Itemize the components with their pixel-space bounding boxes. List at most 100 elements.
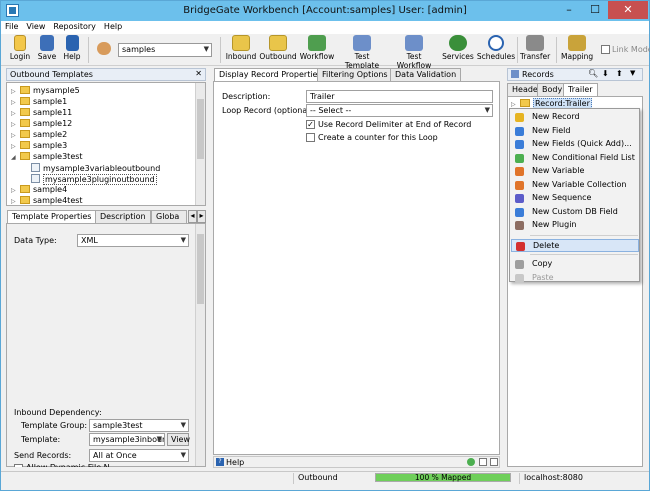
back-icon[interactable] bbox=[467, 458, 475, 466]
expand-icon[interactable]: ▷ bbox=[511, 101, 518, 108]
tree-item-label: sample4 bbox=[33, 185, 68, 194]
tab-display-record-properties[interactable]: Display Record Properties bbox=[214, 68, 327, 81]
data-type-select[interactable]: XML ▼ bbox=[77, 234, 189, 247]
login-button[interactable]: Login bbox=[7, 35, 33, 61]
maximize-button[interactable]: ☐ bbox=[582, 1, 608, 19]
tree-item-label: sample4test bbox=[33, 196, 83, 205]
link-mode-checkbox[interactable] bbox=[601, 45, 610, 54]
menu-item-new-plugin[interactable]: New Plugin bbox=[511, 219, 639, 232]
menu-item-new-field[interactable]: New Field bbox=[511, 125, 639, 138]
close-icon[interactable]: ✕ bbox=[195, 69, 202, 78]
tab-scroll-left-button[interactable]: ◂ bbox=[188, 210, 197, 223]
tab-data-validation[interactable]: Data Validation bbox=[390, 68, 462, 81]
inbound-label: Inbound bbox=[225, 52, 257, 61]
copy-icon bbox=[515, 260, 524, 269]
outbound-button[interactable]: Outbound bbox=[259, 35, 297, 61]
tree-folder-item[interactable]: ▷ sample4test bbox=[11, 196, 83, 207]
tree-scrollbar-thumb[interactable] bbox=[197, 99, 204, 159]
expand-icon[interactable]: ▷ bbox=[11, 143, 18, 150]
menu-item-new-variable[interactable]: New Variable bbox=[511, 165, 639, 178]
menu-item-new-record[interactable]: New Record bbox=[511, 111, 639, 124]
status-bar: Outbound localhost:8080 bbox=[1, 471, 649, 484]
restore-icon[interactable] bbox=[479, 458, 487, 466]
loop-counter-checkbox[interactable] bbox=[306, 133, 315, 142]
loop-record-select[interactable]: -- Select -- ▼ bbox=[306, 104, 493, 117]
menu-item-new-conditional-field-list[interactable]: New Conditional Field List bbox=[511, 152, 639, 165]
menu-item-new-custom-db-field[interactable]: New Custom DB Field bbox=[511, 206, 639, 219]
expand-icon[interactable]: ▷ bbox=[11, 132, 18, 139]
folder-icon bbox=[20, 119, 30, 127]
maximize-panel-icon[interactable] bbox=[490, 458, 498, 466]
account-select[interactable]: samples ▼ bbox=[118, 43, 212, 57]
menu-item-new-fields-quick-add[interactable]: New Fields (Quick Add)... bbox=[511, 138, 639, 151]
new-conditional-field-list-icon bbox=[515, 153, 524, 163]
tree-folder-item[interactable]: ◢ sample3test bbox=[11, 152, 83, 163]
expand-icon[interactable]: ▷ bbox=[11, 187, 18, 194]
template-select[interactable]: mysample3inbound ▼ bbox=[89, 433, 165, 446]
folder-icon bbox=[520, 99, 530, 107]
menu-item-new-variable-collection[interactable]: New Variable Collection bbox=[511, 179, 639, 192]
collapse-down-icon[interactable]: ⬇ bbox=[602, 69, 609, 78]
help-button[interactable]: Help bbox=[61, 35, 83, 61]
mapping-button[interactable]: Mapping bbox=[561, 35, 593, 61]
expand-icon[interactable]: ▷ bbox=[11, 110, 18, 117]
schedules-button[interactable]: Schedules bbox=[476, 35, 516, 61]
collapse-icon[interactable]: ◢ bbox=[11, 154, 18, 161]
help-label[interactable]: Help bbox=[226, 458, 244, 467]
menu-repository[interactable]: Repository bbox=[49, 21, 100, 32]
tab-description[interactable]: Description bbox=[95, 210, 151, 223]
tree-folder-item[interactable]: ▷ sample2 bbox=[11, 130, 67, 141]
tree-folder-item[interactable]: ▷ mysample5 bbox=[11, 86, 80, 97]
tree-template-item[interactable]: mysample3variableoutbound bbox=[31, 163, 160, 174]
template-group-select[interactable]: sample3test ▼ bbox=[89, 419, 189, 432]
transfer-button[interactable]: Transfer bbox=[520, 35, 550, 61]
test-template-button[interactable]: Test Template bbox=[337, 35, 387, 70]
description-input[interactable]: Trailer bbox=[306, 90, 493, 103]
tree-folder-item[interactable]: ▷ sample1 bbox=[11, 97, 67, 108]
help-icon[interactable]: ? bbox=[216, 458, 224, 466]
tab-global[interactable]: Globa bbox=[151, 210, 187, 223]
properties-scrollbar-thumb[interactable] bbox=[197, 234, 204, 304]
workflow-button[interactable]: Workflow bbox=[299, 35, 335, 61]
tree-folder-item[interactable]: ▷ sample4 bbox=[11, 185, 67, 196]
use-delimiter-checkbox[interactable]: ✓ bbox=[306, 120, 315, 129]
expand-icon[interactable]: ▷ bbox=[11, 99, 18, 106]
tree-folder-item[interactable]: ▷ sample12 bbox=[11, 119, 72, 130]
menu-help[interactable]: Help bbox=[100, 21, 126, 32]
template-group-label: Template Group: bbox=[21, 421, 88, 430]
tab-filtering-options[interactable]: Filtering Options bbox=[317, 68, 393, 81]
menu-item-new-sequence[interactable]: New Sequence bbox=[511, 192, 639, 205]
menu-bar: File View Repository Help bbox=[1, 21, 649, 34]
tree-template-item[interactable]: mysample3pluginoutbound bbox=[31, 174, 157, 185]
dynamic-file-checkbox[interactable] bbox=[14, 464, 23, 467]
collapse-up-icon[interactable]: ⬆ bbox=[616, 69, 623, 78]
tab-scroll-right-button[interactable]: ▸ bbox=[197, 210, 206, 223]
chevron-down-icon[interactable]: ▼ bbox=[630, 69, 635, 77]
view-button[interactable]: View bbox=[167, 433, 190, 446]
menu-item-paste: Paste bbox=[511, 272, 639, 285]
services-button[interactable]: Services bbox=[441, 35, 475, 61]
save-button[interactable]: Save bbox=[36, 35, 58, 61]
expand-icon[interactable]: ▷ bbox=[11, 121, 18, 128]
properties-scrollbar[interactable] bbox=[195, 224, 205, 466]
send-records-select[interactable]: All at Once ▼ bbox=[89, 449, 189, 462]
tree-scrollbar[interactable] bbox=[195, 83, 205, 205]
close-button[interactable]: ✕ bbox=[608, 1, 648, 19]
menu-item-copy[interactable]: Copy bbox=[511, 258, 639, 271]
expand-icon[interactable]: ▷ bbox=[11, 88, 18, 95]
chevron-down-icon: ▼ bbox=[180, 421, 186, 429]
test-workflow-button[interactable]: Test Workflow bbox=[390, 35, 438, 70]
expand-icon[interactable]: ▷ bbox=[11, 198, 18, 205]
send-records-select-value: All at Once bbox=[93, 451, 137, 460]
menu-view[interactable]: View bbox=[22, 21, 49, 32]
workflow-label: Workflow bbox=[299, 52, 335, 61]
tab-template-properties[interactable]: Template Properties bbox=[7, 210, 97, 223]
minimize-button[interactable]: – bbox=[556, 1, 582, 19]
inbound-button[interactable]: Inbound bbox=[225, 35, 257, 61]
menu-item-delete[interactable]: Delete bbox=[511, 238, 639, 252]
menu-file[interactable]: File bbox=[1, 21, 22, 32]
tab-trailer[interactable]: Trailer bbox=[563, 83, 598, 96]
search-icon[interactable]: 🔍︎ bbox=[588, 69, 598, 78]
tree-folder-item[interactable]: ▷ sample3 bbox=[11, 141, 67, 152]
tree-folder-item[interactable]: ▷ sample11 bbox=[11, 108, 72, 119]
